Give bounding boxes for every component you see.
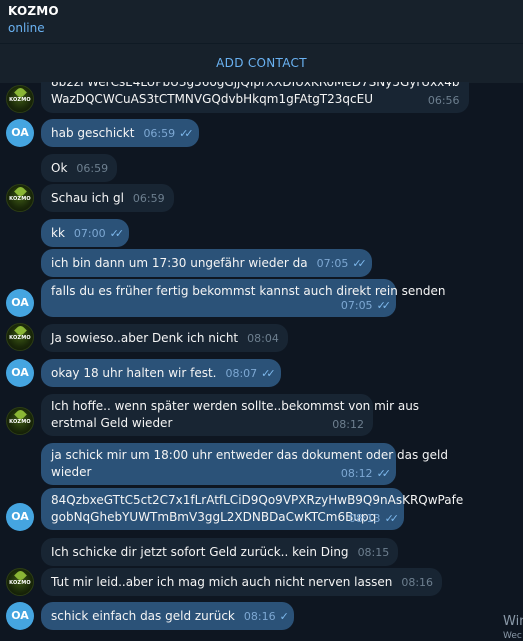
double-check-icon: ✓✓ (376, 299, 392, 312)
message-bubble[interactable]: hab geschickt 06:59 ✓✓ (41, 119, 199, 147)
double-check-icon: ✓✓ (384, 512, 400, 525)
message-time-value: 07:05 (340, 299, 373, 312)
self-avatar[interactable]: OA (6, 602, 34, 630)
contact-avatar[interactable]: KOZMO (6, 323, 34, 351)
message-time: 08:15 (357, 546, 390, 559)
message-text: gobNqGhebYUWTmBmV3ggL2XDNBDaCwKTCm6Bupq (51, 510, 377, 524)
message-text: 8b2zFWerCsE4LUPbU3g56ogGjjQIprXXDIUxKRoM… (51, 82, 460, 89)
message-time: 08:12 ✓✓ (340, 465, 392, 482)
chat-status: online (8, 21, 45, 35)
message-text: 84QzbxeGTtC5ct2C7x1fLrAtfLCiD9Qo9VPXRzyH… (51, 493, 464, 507)
avatar-label: KOZMO (9, 580, 31, 586)
message-list[interactable]: KOZMO 8b2zFWerCsE4LUPbU3g56ogGjjQIprXXDI… (0, 82, 523, 639)
message-text: Tut mir leid..aber ich mag mich auch nic… (51, 575, 393, 589)
self-avatar[interactable]: OA (6, 119, 34, 147)
avatar-label: KOZMO (9, 97, 31, 103)
chat-header[interactable]: KOZMO online (0, 0, 523, 43)
message-text: schick einfach das geld zurück (51, 609, 235, 623)
message-time: 06:59 (76, 162, 109, 175)
message-text: okay 18 uhr halten wir fest. (51, 366, 217, 380)
message-time: 06:59 (132, 192, 165, 205)
message-bubble[interactable]: Ich schicke dir jetzt sofort Geld zurück… (41, 538, 399, 566)
message-bubble[interactable]: ich bin dann um 17:30 ungefähr wieder da… (41, 249, 372, 277)
message-text: ja schick mir um 18:00 uhr entweder das … (51, 448, 448, 462)
message-bubble[interactable]: ja schick mir um 18:00 uhr entweder das … (41, 443, 448, 485)
message-time: 08:12 (332, 418, 364, 431)
message-text: WazDQCWCuAS3tCTMNVGQdvbHkqm1gFAtgT23qcEU (51, 92, 373, 106)
message-text: Ja sowieso..aber Denk ich nicht (51, 331, 239, 345)
message-text: erstmal Geld wieder (51, 416, 173, 430)
message-text: Ok (51, 161, 68, 175)
message-bubble[interactable]: Ja sowieso..aber Denk ich nicht 08:04 (41, 324, 288, 352)
avatar-label: KOZMO (9, 335, 31, 341)
check-icon: ✓ (279, 610, 289, 623)
contact-avatar[interactable]: KOZMO (6, 568, 34, 596)
contact-avatar[interactable]: KOZMO (6, 184, 34, 212)
add-contact-button[interactable]: ADD CONTACT (0, 43, 523, 83)
message-time: 08:16 (243, 610, 276, 623)
self-avatar[interactable]: OA (6, 289, 34, 317)
message-bubble[interactable]: falls du es früher fertig bekommst kanns… (41, 279, 446, 317)
message-time: 06:59 (143, 127, 176, 140)
message-bubble[interactable]: schick einfach das geld zurück 08:16 ✓ (41, 602, 294, 630)
double-check-icon: ✓✓ (109, 227, 125, 240)
message-time-value: 08:13 (348, 512, 381, 525)
double-check-icon: ✓✓ (376, 467, 392, 480)
contact-avatar[interactable]: KOZMO (6, 407, 34, 435)
activation-watermark-subtitle: Wec (503, 631, 522, 641)
message-bubble[interactable]: Ich hoffe.. wenn später werden sollte..b… (41, 394, 420, 436)
message-text: Ich schicke dir jetzt sofort Geld zurück… (51, 545, 349, 559)
message-bubble[interactable]: okay 18 uhr halten wir fest. 08:07 ✓✓ (41, 359, 281, 387)
message-time: 07:05 (316, 257, 349, 270)
message-text: wieder (51, 465, 92, 479)
message-text: falls du es früher fertig bekommst kanns… (51, 284, 446, 298)
message-time: 06:56 (427, 94, 460, 107)
message-bubble[interactable]: Ok 06:59 (41, 154, 118, 182)
message-text: Schau ich gl (51, 191, 124, 205)
avatar-label: KOZMO (9, 419, 31, 425)
double-check-icon: ✓✓ (179, 127, 194, 140)
message-text: kk (51, 226, 65, 240)
message-bubble[interactable]: 8b2zFWerCsE4LUPbU3g56ogGjjQIprXXDIUxKRoM… (41, 82, 469, 113)
self-avatar[interactable]: OA (6, 503, 34, 531)
chat-title: KOZMO (8, 4, 59, 18)
message-text: hab geschickt (51, 126, 135, 140)
message-time: 07:00 (73, 227, 106, 240)
activation-watermark-title: Win (503, 614, 523, 629)
message-time: 08:13 ✓✓ (348, 510, 400, 527)
message-time: 08:16 (401, 576, 434, 589)
message-bubble[interactable]: Schau ich gl 06:59 (41, 184, 174, 212)
message-bubble[interactable]: Tut mir leid..aber ich mag mich auch nic… (41, 568, 443, 596)
message-bubble[interactable]: 84QzbxeGTtC5ct2C7x1fLrAtfLCiD9Qo9VPXRzyH… (41, 488, 464, 530)
message-bubble[interactable]: kk 07:00 ✓✓ (41, 219, 130, 247)
message-text: Ich hoffe.. wenn später werden sollte..b… (51, 399, 420, 413)
contact-avatar[interactable]: KOZMO (6, 85, 34, 113)
double-check-icon: ✓✓ (352, 257, 367, 270)
message-text: ich bin dann um 17:30 ungefähr wieder da (51, 256, 308, 270)
self-avatar[interactable]: OA (6, 359, 34, 387)
message-time: 08:07 (225, 367, 258, 380)
message-time-value: 08:12 (340, 467, 373, 480)
avatar-label: KOZMO (9, 196, 31, 202)
double-check-icon: ✓✓ (261, 367, 276, 380)
message-time: 08:04 (247, 332, 279, 345)
